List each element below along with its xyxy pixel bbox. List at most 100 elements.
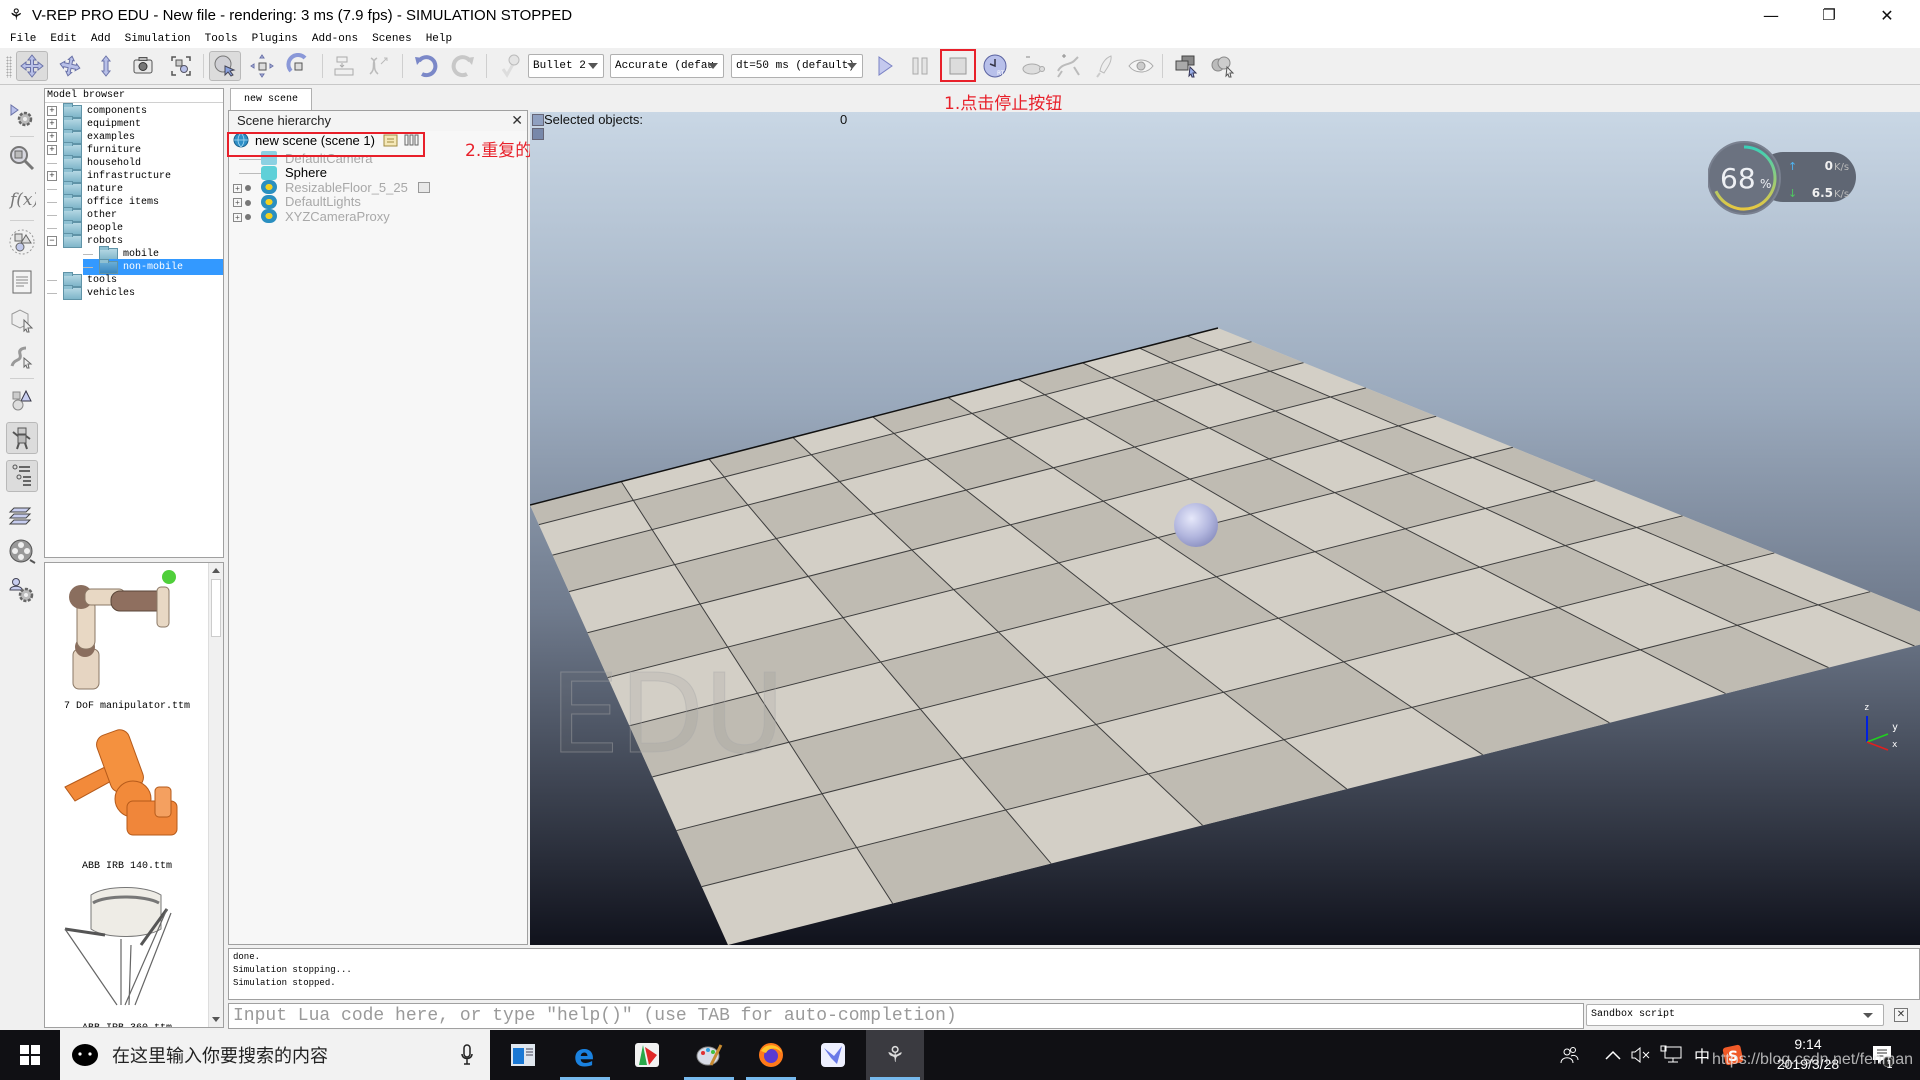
scene-render[interactable]: EDU z y x	[530, 112, 1920, 945]
faster-button[interactable]	[1052, 51, 1084, 81]
taskbar-office-app[interactable]	[618, 1030, 676, 1080]
taskbar-vrep[interactable]: ⚘	[866, 1030, 924, 1080]
script-mode-value: Sandbox script	[1591, 1009, 1676, 1020]
physics-engine-select[interactable]: Bullet 2	[528, 54, 604, 78]
visualization-toggle-button[interactable]	[1125, 51, 1157, 81]
taskbar-feishu[interactable]	[804, 1030, 862, 1080]
model-browser-toggle-button[interactable]	[6, 422, 38, 454]
lua-command-input[interactable]: Input Lua code here, or type "help()" (u…	[228, 1003, 1584, 1029]
taskbar-edge[interactable]: e	[556, 1030, 614, 1080]
menu-tools[interactable]: Tools	[205, 33, 238, 45]
threaded-rendering-button[interactable]	[1089, 51, 1121, 81]
microphone-icon[interactable]	[460, 1044, 474, 1066]
model-item-7dof[interactable]: 7 DoF manipulator.ttm	[45, 569, 209, 719]
expand-icon[interactable]: +	[47, 106, 57, 116]
menu-scenes[interactable]: Scenes	[372, 33, 412, 45]
expand-icon[interactable]: +	[47, 171, 57, 181]
collections-button[interactable]	[6, 226, 38, 258]
transfer-dna-button[interactable]	[362, 51, 394, 81]
pause-simulation-button[interactable]	[904, 51, 936, 81]
console-close-button[interactable]: ✕	[1894, 1008, 1908, 1022]
menu-help[interactable]: Help	[426, 33, 452, 45]
path-edit-button[interactable]	[6, 342, 38, 374]
scene-object-xyzcameraproxy[interactable]: + XYZCameraProxy	[233, 207, 390, 225]
shape-edit-button[interactable]	[6, 304, 38, 336]
folder-vehicles[interactable]: vehicles	[47, 284, 227, 301]
toggle-info-button[interactable]	[532, 128, 544, 140]
close-button[interactable]: ✕	[1858, 0, 1916, 30]
collapse-icon[interactable]: −	[47, 236, 57, 246]
model-item-abb-irb-140[interactable]: ABB IRB 140.ttm	[45, 727, 209, 882]
3d-viewport[interactable]: EDU z y x	[530, 112, 1920, 945]
taskbar-task-view[interactable]	[494, 1030, 552, 1080]
timestep-select[interactable]: dt=50 ms (default)	[731, 54, 863, 78]
slower-button[interactable]	[1016, 51, 1048, 81]
start-button[interactable]	[0, 1030, 60, 1080]
ime-indicator[interactable]: 中	[1690, 1030, 1714, 1080]
taskbar-paint[interactable]	[680, 1030, 738, 1080]
object-rotate-button[interactable]	[283, 51, 315, 81]
model-list-scrollbar[interactable]	[208, 563, 223, 1027]
shift-camera-button[interactable]	[90, 51, 122, 81]
scene-object-properties-button[interactable]	[6, 142, 38, 174]
scrollbar-thumb[interactable]	[211, 579, 221, 637]
tab-new-scene[interactable]: new scene	[230, 88, 312, 110]
menu-edit[interactable]: Edit	[50, 33, 76, 45]
menu-add-ons[interactable]: Add-ons	[312, 33, 358, 45]
expand-icon[interactable]: +	[47, 145, 57, 155]
move-camera-button[interactable]	[16, 51, 48, 81]
model-browser-header: Model browser	[45, 89, 223, 103]
restore-button[interactable]: ❐	[1800, 0, 1858, 30]
people-icon[interactable]	[1554, 1030, 1584, 1080]
undo-button[interactable]	[410, 51, 442, 81]
scripts-button[interactable]	[6, 266, 38, 298]
script-mode-select[interactable]: Sandbox script	[1586, 1004, 1884, 1026]
collapse-info-button[interactable]	[532, 114, 544, 126]
taskbar-search[interactable]: 在这里输入你要搜索的内容	[60, 1030, 490, 1080]
taskbar-firefox[interactable]	[742, 1030, 800, 1080]
object-shift-button[interactable]	[246, 51, 278, 81]
fit-to-view-button[interactable]	[165, 51, 197, 81]
assemble-button[interactable]	[328, 51, 360, 81]
simulation-settings-button[interactable]	[6, 100, 38, 132]
add-primitive-button[interactable]	[6, 384, 38, 416]
path-edit-icon	[10, 346, 33, 369]
sphere-object[interactable]	[1174, 503, 1218, 547]
download-rate: 6.5	[1812, 186, 1833, 200]
expand-icon[interactable]: +	[47, 119, 57, 129]
page-selector-button[interactable]	[1170, 51, 1202, 81]
expand-icon[interactable]: +	[47, 132, 57, 142]
model-item-abb-irb-360[interactable]: ABB IRB 360.ttm	[45, 885, 209, 1027]
start-simulation-button[interactable]	[869, 51, 901, 81]
redo-button[interactable]	[447, 51, 479, 81]
dynamics-toggle-button[interactable]	[494, 51, 526, 81]
menu-plugins[interactable]: Plugins	[252, 33, 298, 45]
layers-button[interactable]	[6, 498, 38, 530]
calculation-modules-button[interactable]: f(x)	[6, 182, 38, 214]
status-console[interactable]: done. Simulation stopping... Simulation …	[228, 948, 1920, 1000]
network-icon[interactable]	[1656, 1030, 1686, 1080]
scroll-down-icon[interactable]	[212, 1017, 220, 1022]
object-select-button[interactable]	[209, 51, 241, 81]
real-time-button[interactable]: RT	[979, 51, 1011, 81]
volume-muted-icon[interactable]	[1628, 1030, 1654, 1080]
scroll-up-icon[interactable]	[212, 568, 220, 573]
toolbar-grip[interactable]	[6, 56, 12, 78]
video-recorder-button[interactable]	[6, 536, 38, 568]
accuracy-select[interactable]: Accurate (defau	[610, 54, 724, 78]
object-rotate-icon	[286, 53, 307, 73]
feishu-icon	[821, 1043, 845, 1067]
rotate-camera-button[interactable]	[54, 51, 86, 81]
axis-y-label: y	[1892, 722, 1898, 733]
scene-hierarchy-toggle-button[interactable]	[6, 460, 38, 492]
user-settings-button[interactable]	[6, 574, 38, 606]
tray-overflow-icon[interactable]	[1600, 1030, 1626, 1080]
menu-simulation[interactable]: Simulation	[125, 33, 191, 45]
close-icon[interactable]: ✕	[511, 113, 523, 129]
camera-angle-button[interactable]	[127, 51, 159, 81]
expand-icon[interactable]: +	[233, 209, 261, 224]
menu-add[interactable]: Add	[91, 33, 111, 45]
minimize-button[interactable]: —	[1742, 0, 1800, 30]
menu-file[interactable]: File	[10, 33, 36, 45]
scene-selector-button[interactable]	[1207, 51, 1239, 81]
